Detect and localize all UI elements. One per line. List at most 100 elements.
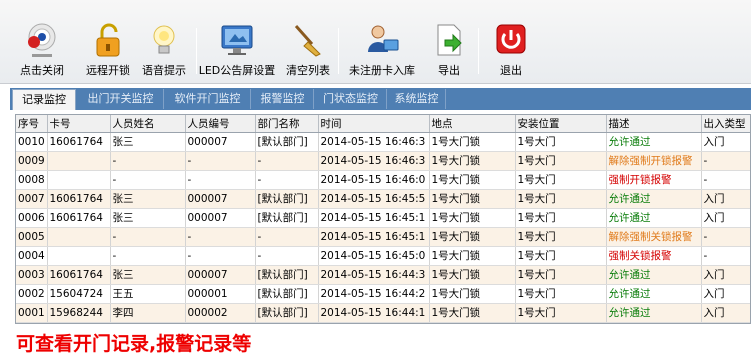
cell-seq: 0007 (16, 189, 48, 209)
cell-time: 2014-05-15 16:45:1 (318, 208, 430, 228)
cell-no: - (185, 246, 256, 266)
cell-time: 2014-05-15 16:45:1 (318, 227, 430, 247)
cell-name: 张三 (110, 265, 186, 285)
tool-label: 未注册卡入库 (349, 64, 415, 77)
register-card-button[interactable]: 未注册卡入库 (344, 22, 420, 80)
cell-card: 16061764 (47, 189, 111, 209)
column-header[interactable]: 人员编号 (185, 115, 256, 133)
cell-card: 16061764 (47, 265, 111, 285)
cell-type: - (701, 227, 750, 247)
table-row[interactable]: 0005- - -2014-05-15 16:45:1 1号大门锁 1号大门 解除强制关锁… (16, 227, 750, 247)
cell-time: 2014-05-15 16:46:3 (318, 151, 430, 171)
cell-loc: 1号大门锁 (429, 284, 516, 304)
tab-software-open-monitor[interactable]: 软件开门监控 (165, 89, 251, 109)
cell-seq: 0004 (16, 246, 48, 266)
cell-seq: 0008 (16, 170, 48, 190)
export-icon (431, 22, 467, 58)
tool-label: 退出 (500, 64, 522, 77)
table-row[interactable]: 0007 16061764 张三 000007 [默认部门] 2014-05-15 16:… (16, 189, 750, 209)
tab-record-monitor[interactable]: 记录监控 (12, 89, 76, 110)
export-button[interactable]: 导出 (424, 22, 474, 80)
table-row[interactable]: 0009- - -2014-05-15 16:46:3 1号大门锁 1号大门 解除强制开锁… (16, 151, 750, 171)
tool-label: 导出 (438, 64, 460, 77)
cell-card: 16061764 (47, 208, 111, 228)
tab-exit-switch-monitor[interactable]: 出门开关监控 (78, 89, 164, 109)
cell-dept: [默认部门] (255, 265, 319, 285)
cell-name: 王五 (110, 284, 186, 304)
cell-dept: [默认部门] (255, 284, 319, 304)
cell-pos: 1号大门 (515, 227, 607, 247)
table-row[interactable]: 0001 15968244 李四 000002 [默认部门] 2014-05-15 16:… (16, 303, 750, 323)
led-settings-button[interactable]: LED公告屏设置 (198, 22, 276, 80)
cell-dept: [默认部门] (255, 189, 319, 209)
caption-text: 可查看开门记录,报警记录等 (16, 333, 252, 355)
column-header[interactable]: 描述 (606, 115, 702, 133)
cell-pos: 1号大门 (515, 265, 607, 285)
cell-desc: 允许通过 (606, 265, 702, 285)
cell-card: 16061764 (47, 132, 111, 152)
table-row[interactable]: 0008- - -2014-05-15 16:46:0 1号大门锁 1号大门 强制开锁报警… (16, 170, 750, 190)
cell-name: - (110, 170, 186, 190)
exit-button[interactable]: 退出 (486, 22, 536, 80)
webcam-icon (24, 22, 60, 58)
cell-pos: 1号大门 (515, 170, 607, 190)
column-header[interactable]: 人员姓名 (110, 115, 186, 133)
cell-pos: 1号大门 (515, 208, 607, 228)
cell-desc: 强制开锁报警 (606, 170, 702, 190)
cell-loc: 1号大门锁 (429, 246, 516, 266)
cell-desc: 允许通过 (606, 284, 702, 304)
lightbulb-icon (146, 22, 182, 58)
cell-loc: 1号大门锁 (429, 132, 516, 152)
cell-loc: 1号大门锁 (429, 170, 516, 190)
table-row[interactable]: 0010 16061764 张三 000007 [默认部门] 2014-05-15 16:… (16, 132, 750, 152)
table-row[interactable]: 0006 16061764 张三 000007 [默认部门] 2014-05-15 16:… (16, 208, 750, 228)
column-header[interactable]: 出入类型 (701, 115, 750, 133)
cell-desc: 解除强制关锁报警 (606, 227, 702, 247)
close-tool-button[interactable]: 点击关闭 (14, 22, 70, 80)
power-icon (493, 22, 529, 58)
column-header[interactable]: 安装位置 (515, 115, 607, 133)
voice-prompt-button[interactable]: 语音提示 (136, 22, 192, 80)
records-grid[interactable]: 序号 卡号 人员姓名 人员编号 部门名称 时间 地点 安装位置 描述 出入类型 … (15, 114, 751, 324)
column-header[interactable]: 序号 (16, 115, 48, 133)
cell-card: 15968244 (47, 303, 111, 323)
tool-label: 远程开锁 (86, 64, 130, 77)
column-header[interactable]: 时间 (318, 115, 430, 133)
toolbar-divider (478, 28, 479, 74)
column-header[interactable]: 部门名称 (255, 115, 319, 133)
cell-dept: [默认部门] (255, 303, 319, 323)
cell-dept: [默认部门] (255, 208, 319, 228)
clear-list-button[interactable]: 清空列表 (280, 22, 336, 80)
cell-name: - (110, 151, 186, 171)
cell-name: 张三 (110, 189, 186, 209)
table-row[interactable]: 0002 15604724 王五 000001 [默认部门] 2014-05-15 16:… (16, 284, 750, 304)
cell-seq: 0003 (16, 265, 48, 285)
cell-no: 000007 (185, 132, 256, 152)
cell-desc: 允许通过 (606, 303, 702, 323)
tab-alarm-monitor[interactable]: 报警监控 (252, 89, 314, 109)
records-table: 序号 卡号 人员姓名 人员编号 部门名称 时间 地点 安装位置 描述 出入类型 … (16, 115, 750, 323)
cell-time: 2014-05-15 16:44:3 (318, 265, 430, 285)
cell-name: 李四 (110, 303, 186, 323)
cell-no: - (185, 170, 256, 190)
cell-seq: 0005 (16, 227, 48, 247)
cell-seq: 0002 (16, 284, 48, 304)
toolbar-divider (196, 28, 197, 74)
cell-no: 000007 (185, 265, 256, 285)
column-header[interactable]: 卡号 (47, 115, 111, 133)
tab-system-monitor[interactable]: 系统监控 (388, 89, 446, 109)
cell-type: 入门 (701, 284, 750, 304)
table-row[interactable]: 0003 16061764 张三 000007 [默认部门] 2014-05-15 16:… (16, 265, 750, 285)
cell-name: 张三 (110, 208, 186, 228)
column-header[interactable]: 地点 (429, 115, 516, 133)
cell-type: 入门 (701, 189, 750, 209)
table-row[interactable]: 0004- - -2014-05-15 16:45:0 1号大门锁 1号大门 强制关锁报警… (16, 246, 750, 266)
broom-icon (290, 22, 326, 58)
tab-door-status-monitor[interactable]: 门状态监控 (315, 89, 387, 109)
cell-type: - (701, 151, 750, 171)
remote-unlock-button[interactable]: 远程开锁 (80, 22, 136, 80)
cell-card (47, 170, 111, 190)
cell-name: - (110, 227, 186, 247)
cell-dept: - (255, 151, 319, 171)
cell-desc: 允许通过 (606, 208, 702, 228)
